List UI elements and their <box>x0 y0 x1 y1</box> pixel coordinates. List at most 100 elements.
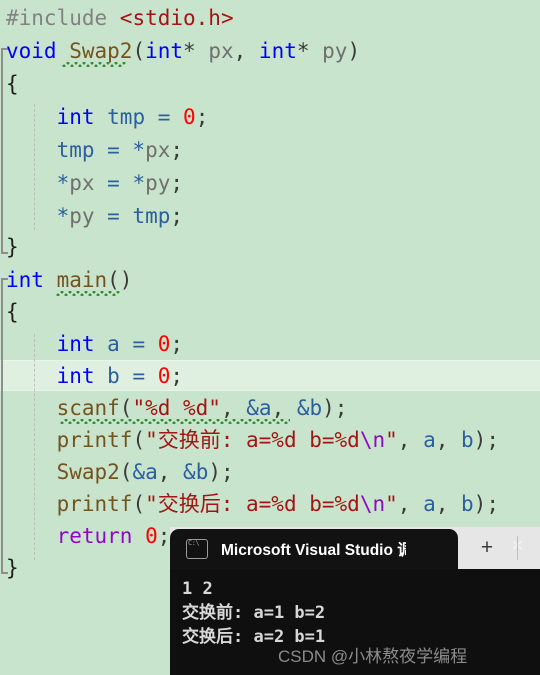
code-token: ; <box>157 524 171 548</box>
code-line-14[interactable]: printf("交换前: a=%d b=%d\n", a, b); <box>0 424 540 457</box>
code-line-1-text: #include <stdio.h> <box>6 2 234 35</box>
console-output-line: 1 2 <box>182 579 213 599</box>
code-token: { <box>6 300 19 324</box>
code-token: } <box>6 556 19 580</box>
code-token: ; <box>170 364 184 388</box>
code-token: int <box>145 39 184 63</box>
code-token: int <box>56 105 95 129</box>
code-token: ( <box>119 396 133 420</box>
code-token: a <box>423 428 436 452</box>
console-cmd-icon <box>186 539 208 559</box>
squiggle-underline-main <box>56 291 120 296</box>
code-token: py <box>322 39 348 63</box>
code-token: ( <box>119 460 133 484</box>
screenshot-root: #include <stdio.h> void Swap2(int* px, i… <box>0 0 540 675</box>
code-line-3-text: { <box>6 68 19 101</box>
code-line-12-text: int b = 0; <box>6 360 183 393</box>
code-line-10[interactable]: { <box>0 296 540 329</box>
console-tab[interactable]: Microsoft Visual Studio 调试控 <box>170 529 458 569</box>
code-token: printf <box>56 492 133 516</box>
code-token: "交换前: a=%d b=%d <box>145 428 360 452</box>
code-token: \n <box>359 428 386 452</box>
console-window[interactable]: Microsoft Visual Studio 调试控 ✕ + 1 2 交换前:… <box>170 527 540 675</box>
code-line-8-text: } <box>6 231 19 264</box>
code-line-18-text: } <box>6 552 19 585</box>
code-token: int <box>56 364 95 388</box>
code-line-5-text: tmp = *px; <box>6 134 183 167</box>
code-line-2-text: void Swap2(int* px, int* py) <box>6 35 360 68</box>
new-tab-icon[interactable]: + <box>477 537 497 558</box>
code-token: b <box>461 492 474 516</box>
code-token: return <box>56 524 133 548</box>
code-token: py <box>69 204 95 228</box>
code-token: * <box>296 39 323 63</box>
code-token: ; <box>170 332 184 356</box>
code-token: , <box>271 396 297 420</box>
code-token: * <box>6 171 70 195</box>
code-token: ); <box>208 460 234 484</box>
code-line-1[interactable]: #include <stdio.h> <box>0 2 540 35</box>
code-line-12[interactable]: int b = 0; <box>0 360 540 393</box>
code-token: ( <box>132 492 146 516</box>
code-line-8[interactable]: } <box>0 231 540 264</box>
code-token: a = <box>94 332 158 356</box>
code-token: " <box>385 428 398 452</box>
code-line-4-text: int tmp = 0; <box>6 101 209 134</box>
code-token: ); <box>473 428 499 452</box>
code-token: ( <box>132 39 146 63</box>
code-token: b <box>461 428 474 452</box>
code-line-6-text: *px = *py; <box>6 167 183 200</box>
code-line-7-text: *py = tmp; <box>6 200 183 233</box>
code-token: #include <box>6 6 120 30</box>
code-token: Swap2 <box>69 39 133 63</box>
code-token: b = <box>94 364 158 388</box>
code-token: ; <box>170 171 184 195</box>
code-line-5[interactable]: tmp = *px; <box>0 134 540 167</box>
code-token: ) <box>347 39 361 63</box>
code-line-11-text: int a = 0; <box>6 328 183 361</box>
code-token: * <box>6 204 70 228</box>
code-line-11[interactable]: int a = 0; <box>0 328 540 361</box>
code-token: ; <box>170 138 184 162</box>
squiggle-underline-swap2-def <box>62 62 126 67</box>
code-line-10-text: { <box>6 296 19 329</box>
code-line-16[interactable]: printf("交换后: a=%d b=%d\n", a, b); <box>0 488 540 521</box>
code-token: <stdio.h> <box>119 6 234 30</box>
code-line-7[interactable]: *py = tmp; <box>0 200 540 233</box>
code-token: tmp = <box>94 105 184 129</box>
code-line-4[interactable]: int tmp = 0; <box>0 101 540 134</box>
code-token: \n <box>359 492 386 516</box>
console-output[interactable]: 1 2 交换前: a=1 b=2 交换后: a=2 b=1 CSDN @小林熬夜… <box>170 569 540 675</box>
code-token: int <box>56 332 95 356</box>
code-line-3[interactable]: { <box>0 68 540 101</box>
code-token: 0 <box>157 364 171 388</box>
code-line-16-text: printf("交换后: a=%d b=%d\n", a, b); <box>6 488 499 521</box>
squiggle-underline-scanf <box>60 419 290 424</box>
code-token: Swap2 <box>56 460 120 484</box>
code-token: &b <box>296 396 323 420</box>
code-line-6[interactable]: *px = *py; <box>0 167 540 200</box>
code-line-15[interactable]: Swap2(&a, &b); <box>0 456 540 489</box>
code-line-15-text: Swap2(&a, &b); <box>6 456 234 489</box>
csdn-watermark: CSDN @小林熬夜学编程 <box>278 647 468 666</box>
code-token: , <box>220 396 247 420</box>
code-token: &a <box>246 396 272 420</box>
code-token: = tmp <box>94 204 171 228</box>
code-token: ; <box>195 105 209 129</box>
code-token: px <box>145 138 171 162</box>
code-token: } <box>6 235 19 259</box>
code-token: printf <box>56 428 133 452</box>
code-token: "%d %d" <box>132 396 221 420</box>
code-token: , <box>233 39 259 63</box>
tabstrip-divider <box>517 536 518 560</box>
code-token: &a <box>132 460 158 484</box>
